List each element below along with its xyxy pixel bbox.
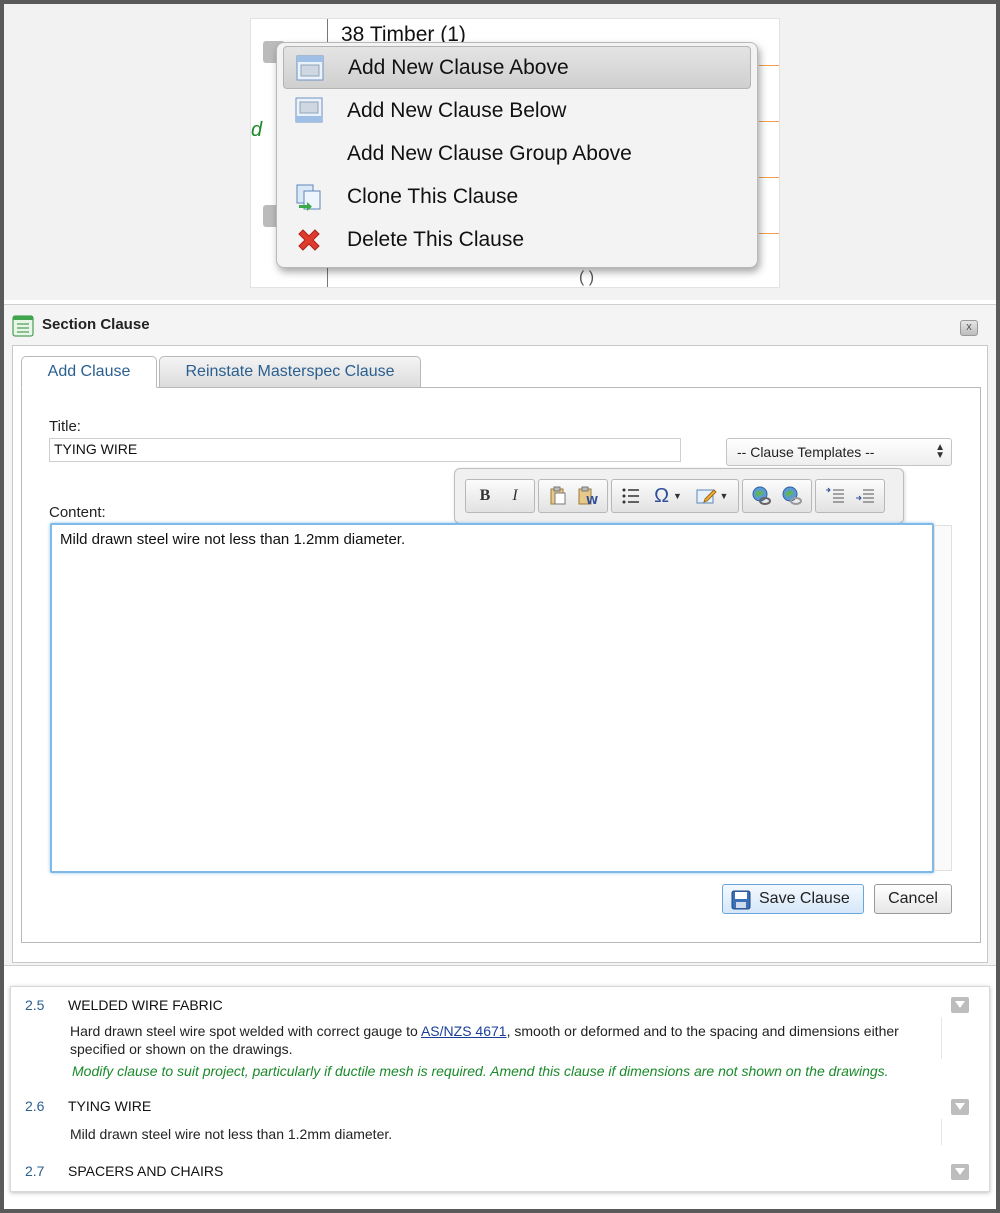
editor-toolbar: B I W Ω ▼ ▼ (454, 468, 904, 524)
delete-x-icon (295, 226, 323, 252)
menu-item-delete-clause[interactable]: Delete This Clause (283, 218, 751, 261)
add-clause-panel: Title: TYING WIRE -- Clause Templates --… (21, 387, 981, 943)
title-input[interactable]: TYING WIRE (49, 438, 681, 462)
green-text-fragment: d (251, 119, 263, 141)
toolbar-group-links (742, 479, 812, 513)
tab-reinstate-masterspec-clause[interactable]: Reinstate Masterspec Clause (159, 356, 421, 388)
menu-item-clone-clause[interactable]: Clone This Clause (283, 175, 751, 218)
content-scrollbar[interactable] (934, 525, 952, 871)
clone-icon (295, 183, 323, 211)
content-label: Content: (49, 504, 106, 521)
clause-number[interactable]: 2.5 (25, 997, 44, 1013)
clause-note: Modify clause to suit project, particula… (72, 1063, 889, 1079)
clause-below-icon (295, 97, 323, 123)
document-list-icon (12, 315, 34, 337)
divider (759, 233, 779, 234)
paste-from-word-button[interactable]: W (573, 482, 603, 510)
cancel-button[interactable]: Cancel (874, 884, 952, 914)
content-editor[interactable]: Mild drawn steel wire not less than 1.2m… (50, 523, 934, 873)
menu-item-add-clause-above[interactable]: Add New Clause Above (283, 46, 751, 89)
bullet-list-icon (622, 488, 639, 504)
paste-word-icon: W (578, 486, 598, 506)
italic-button[interactable]: I (500, 482, 530, 510)
clause-templates-select[interactable]: -- Clause Templates -- ▲ ▼ (726, 438, 952, 466)
dropdown-arrow-icon: ▼ (673, 491, 682, 501)
clause-toggle-icon[interactable] (951, 1099, 969, 1115)
title-label: Title: (49, 418, 81, 435)
paste-icon (550, 486, 566, 505)
omega-icon: Ω (654, 484, 670, 507)
divider (941, 1119, 942, 1145)
outdent-icon (826, 487, 844, 503)
menu-item-label: Add New Clause Above (348, 55, 569, 79)
menu-item-label: Add New Clause Below (347, 98, 567, 122)
edit-pencil-icon (696, 489, 717, 504)
clause-toggle-icon[interactable] (951, 997, 969, 1013)
clause-number[interactable]: 2.6 (25, 1098, 44, 1114)
clause-title: WELDED WIRE FABRIC (68, 997, 223, 1013)
select-arrows-icon: ▲ ▼ (935, 442, 945, 461)
tab-add-clause[interactable]: Add Clause (21, 356, 157, 388)
clause-list: 2.5 WELDED WIRE FABRIC Hard drawn steel … (10, 986, 990, 1192)
select-value: -- Clause Templates -- (737, 444, 875, 460)
toolbar-group-format: B I (465, 479, 535, 513)
svg-text:W: W (586, 494, 598, 506)
paste-text-button[interactable] (543, 482, 573, 510)
clause-body: Mild drawn steel wire not less than 1.2m… (70, 1126, 393, 1142)
divider (759, 65, 779, 66)
clause-above-icon (296, 55, 324, 81)
close-button[interactable]: x (960, 320, 978, 336)
special-character-button[interactable]: Ω ▼ (646, 482, 690, 510)
edit-format-button[interactable]: ▼ (690, 482, 734, 510)
clause-title: TYING WIRE (68, 1098, 152, 1114)
save-clause-label: Save Clause (759, 890, 850, 907)
divider (941, 1017, 942, 1059)
save-clause-button[interactable]: Save Clause (722, 884, 864, 914)
toolbar-group-insert: Ω ▼ ▼ (611, 479, 739, 513)
menu-item-label: Add New Clause Group Above (347, 141, 632, 165)
remove-link-button[interactable] (777, 482, 807, 510)
menu-item-add-clause-below[interactable]: Add New Clause Below (283, 89, 751, 132)
bold-button[interactable]: B (470, 482, 500, 510)
insert-link-button[interactable] (747, 482, 777, 510)
toolbar-group-indent (815, 479, 885, 513)
indent-button[interactable] (850, 482, 880, 510)
text-fragment: ( ) (579, 269, 595, 286)
dropdown-arrow-icon: ▼ (719, 491, 729, 501)
indent-icon (856, 489, 874, 503)
dialog-title: Section Clause (42, 316, 150, 333)
divider (759, 121, 779, 122)
menu-item-label: Delete This Clause (347, 227, 525, 251)
clause-toggle-icon[interactable] (951, 1164, 969, 1180)
divider (759, 177, 779, 178)
link-globe-icon (752, 486, 771, 505)
toolbar-group-paste: W (538, 479, 608, 513)
dialog-body: Add Clause Reinstate Masterspec Clause T… (12, 345, 988, 963)
clause-body: Hard drawn steel wire spot welded with c… (70, 1022, 930, 1058)
menu-item-label: Clone This Clause (347, 184, 519, 208)
clause-body-text: Hard drawn steel wire spot welded with c… (70, 1023, 421, 1039)
outdent-button[interactable] (820, 482, 850, 510)
clause-context-menu: Add New Clause Above Add New Clause Belo… (276, 42, 758, 268)
bullet-list-button[interactable] (616, 482, 646, 510)
menu-item-add-clause-group-above[interactable]: Add New Clause Group Above (283, 132, 751, 175)
section-clause-dialog: Section Clause x Add Clause Reinstate Ma… (4, 304, 996, 966)
unlink-globe-icon (782, 486, 802, 505)
clause-number[interactable]: 2.7 (25, 1163, 44, 1179)
standard-link[interactable]: AS/NZS 4671 (421, 1023, 507, 1039)
save-disk-icon (731, 890, 751, 910)
clause-title: SPACERS AND CHAIRS (68, 1163, 224, 1179)
